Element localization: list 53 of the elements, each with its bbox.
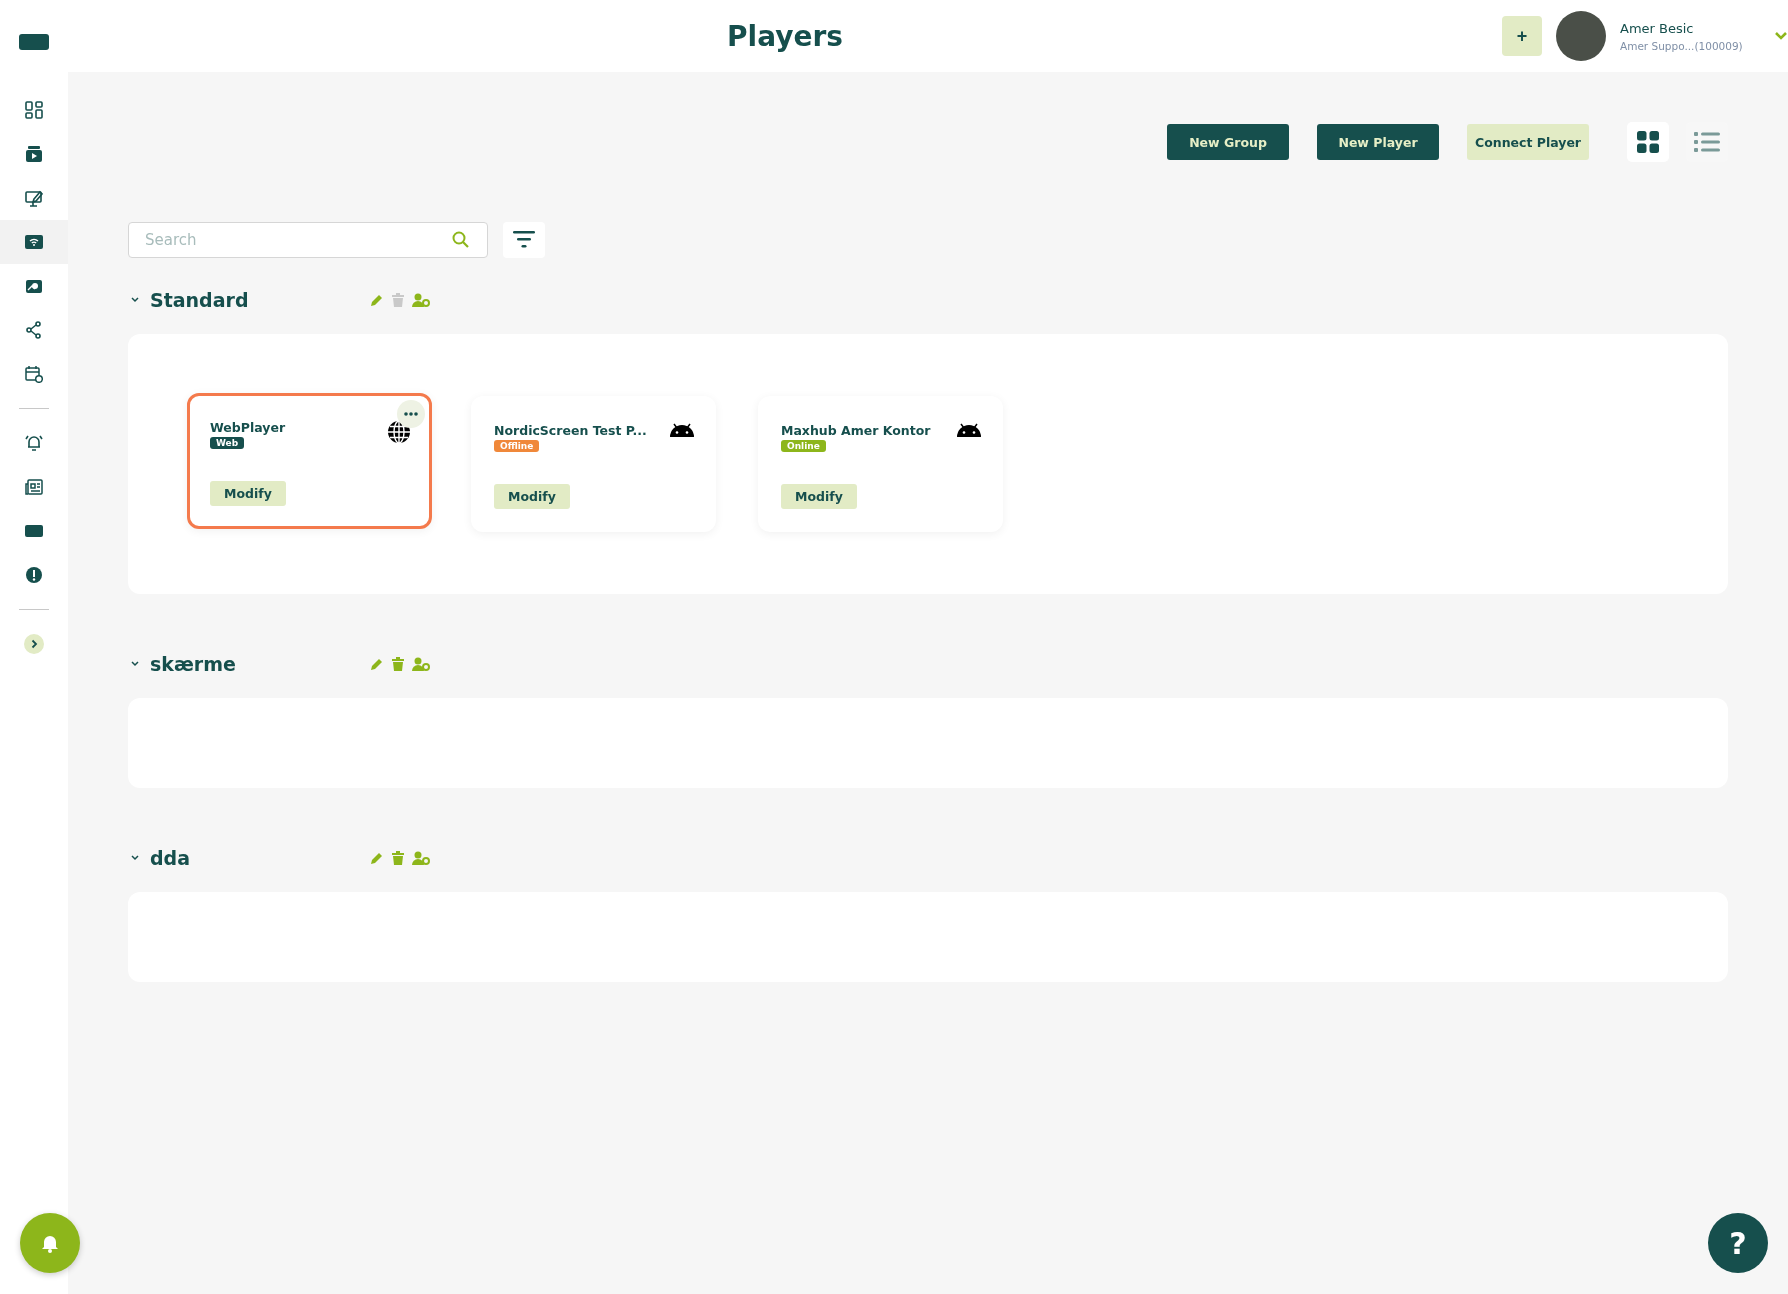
user-name: Amer Besic (1620, 20, 1695, 36)
chevron-icon[interactable] (130, 660, 140, 668)
modify-button[interactable]: Modify (781, 484, 857, 509)
bell-icon (41, 1233, 59, 1253)
player-name: Maxhub Amer Kontor (781, 423, 931, 438)
screen-icon (25, 525, 43, 537)
page-title: Players (727, 19, 843, 53)
modify-button[interactable]: Modify (494, 484, 570, 509)
list-view-icon (1694, 132, 1720, 152)
toolbar-button[interactable]: New Player (1317, 124, 1439, 160)
group-name: dda (150, 847, 192, 869)
account-name: Amer Suppo...(100009) (1620, 39, 1744, 52)
media-icon (25, 146, 43, 162)
modify-button[interactable]: Modify (210, 481, 286, 506)
group-name: Standard (150, 289, 250, 311)
expand-icon (24, 634, 44, 654)
group-name: skærme (150, 653, 237, 675)
player-name: WebPlayer (210, 420, 286, 435)
newspaper-icon (25, 479, 43, 495)
add-button[interactable]: + (1502, 16, 1542, 56)
logo-icon[interactable] (19, 34, 49, 50)
player-name: NordicScreen Test P... (494, 423, 647, 438)
alert-icon (25, 566, 43, 584)
calendar-icon (25, 365, 43, 383)
more-icon (404, 412, 418, 416)
player-card[interactable]: WebPlayer Web Modify (187, 393, 432, 529)
status-badge: Offline (494, 440, 540, 452)
wifi-screen-icon (25, 235, 43, 249)
view-toggle[interactable] (1627, 122, 1669, 162)
monitor-edit-icon (25, 189, 43, 207)
filter-button[interactable] (503, 222, 545, 258)
status-badge: Online (781, 440, 826, 452)
photo-icon (25, 278, 43, 294)
share-icon (26, 321, 42, 339)
sidebar-item[interactable] (0, 220, 68, 264)
help-button[interactable]: ? (1708, 1213, 1768, 1273)
toolbar-button[interactable]: Connect Player (1467, 124, 1589, 160)
more-menu-button[interactable] (397, 400, 425, 428)
grid-view-icon (1637, 131, 1659, 153)
android-icon (956, 423, 982, 437)
status-badge: Web (210, 437, 245, 449)
player-card[interactable]: Maxhub Amer Kontor Online Modify (758, 396, 1003, 532)
android-icon (669, 423, 695, 437)
chevron-icon[interactable] (130, 854, 140, 862)
search-field[interactable]: Search (128, 222, 488, 258)
player-card[interactable]: NordicScreen Test P... Offline Modify (471, 396, 716, 532)
bell-alert-icon (25, 434, 43, 452)
filter-icon (513, 231, 535, 249)
avatar[interactable] (1556, 11, 1606, 61)
dashboard-icon (25, 101, 43, 119)
chevron-icon[interactable] (130, 296, 140, 304)
globe-icon (387, 420, 411, 444)
toolbar-button[interactable]: New Group (1167, 124, 1289, 160)
